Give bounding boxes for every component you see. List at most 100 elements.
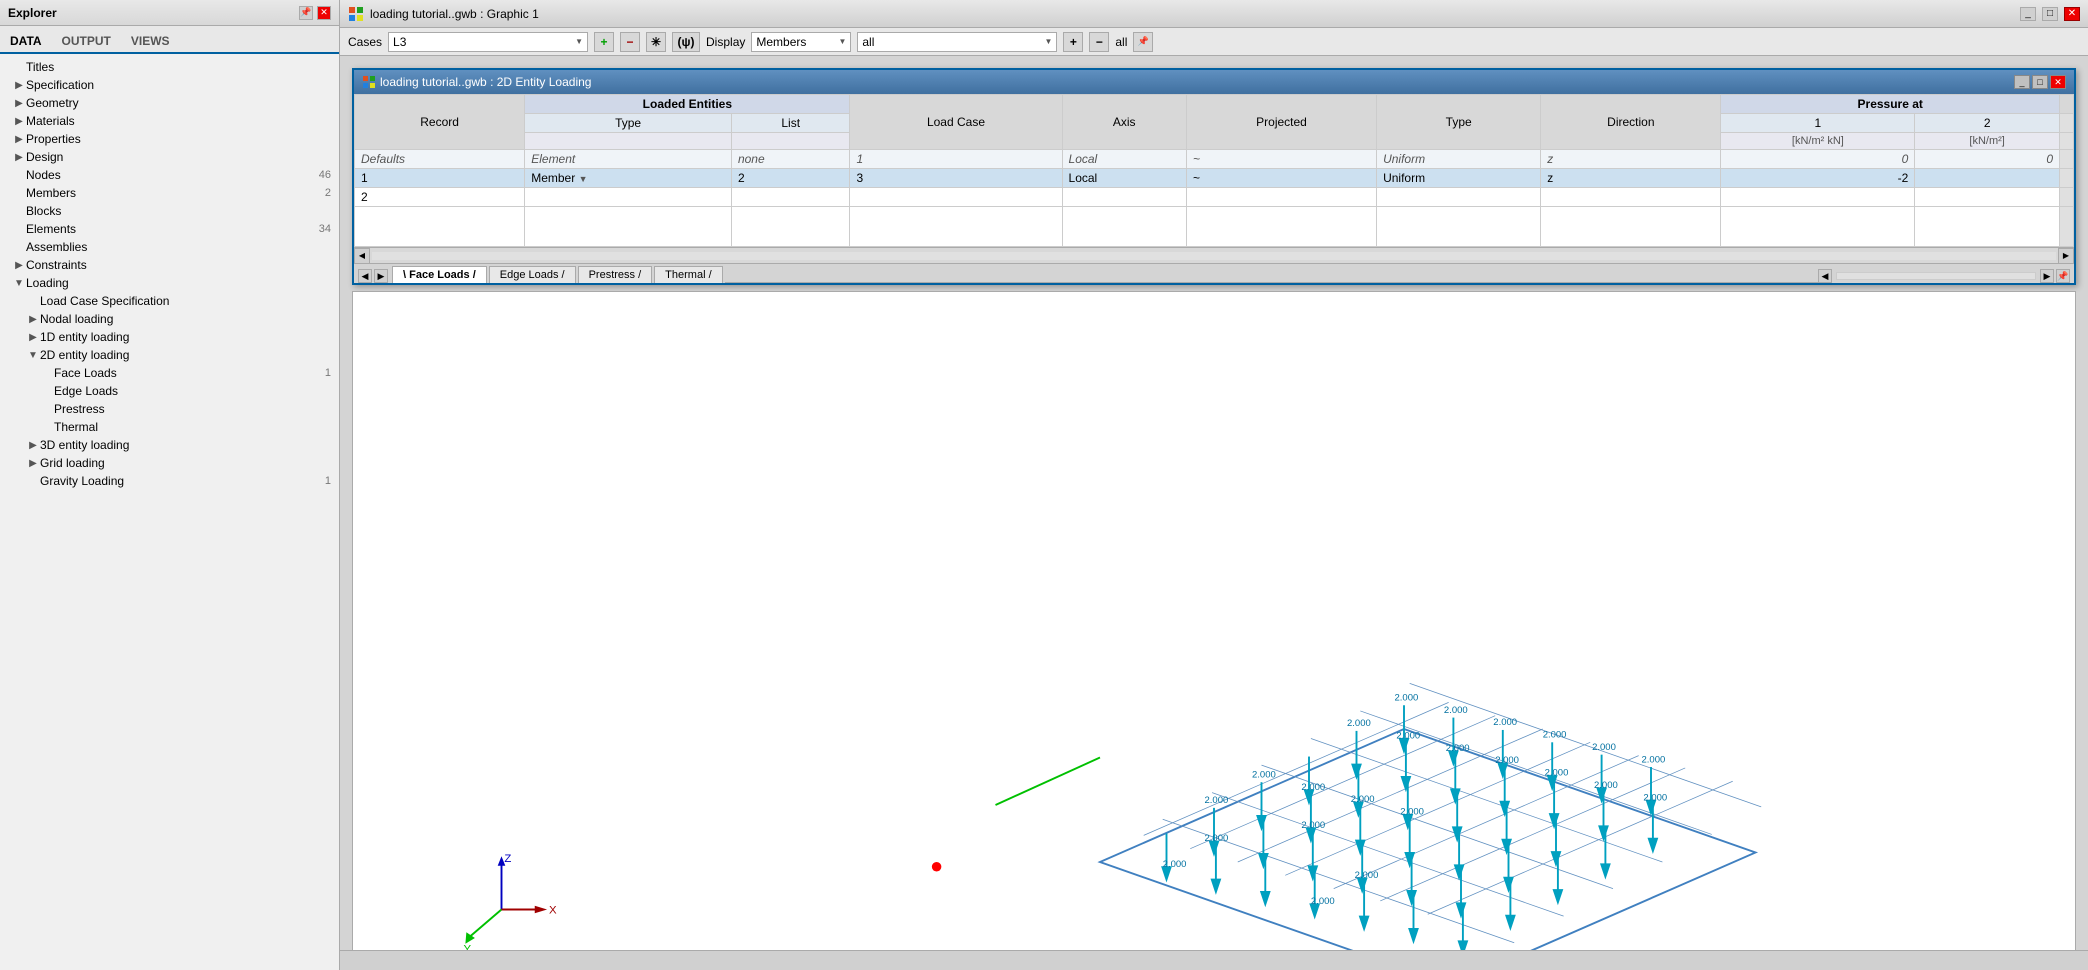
tab-output[interactable]: OUTPUT bbox=[60, 30, 113, 54]
tab-face-loads[interactable]: \ Face Loads / bbox=[392, 266, 487, 283]
pin-icon[interactable]: 📌 bbox=[299, 6, 313, 20]
toolbar-add2[interactable]: + bbox=[1063, 32, 1083, 52]
all-value: all bbox=[862, 35, 874, 49]
hscroll-right[interactable]: ▶ bbox=[2040, 269, 2054, 283]
pin-button[interactable]: 📌 bbox=[1133, 32, 1153, 52]
remove-button[interactable]: − bbox=[620, 32, 640, 52]
arrow-placeholder bbox=[26, 476, 40, 487]
table-container[interactable]: Record Loaded Entities Load Case Axis Pr… bbox=[354, 94, 2074, 247]
svg-text:2.000: 2.000 bbox=[1592, 742, 1616, 753]
scroll-right[interactable]: ▶ bbox=[2058, 248, 2074, 264]
entity-tabs-row: ◀ ▶ \ Face Loads / Edge Loads / Prestres… bbox=[354, 263, 2074, 283]
tree-item-thermal[interactable]: Thermal bbox=[0, 418, 339, 436]
window-titlebar: loading tutorial..gwb : Graphic 1 _ □ ✕ bbox=[340, 0, 2088, 28]
faceloads-count: 1 bbox=[325, 367, 331, 379]
tree-item-constraints[interactable]: ▶ Constraints bbox=[0, 256, 339, 274]
cell-loadcase bbox=[850, 188, 1062, 207]
tree-item-members[interactable]: Members 2 bbox=[0, 184, 339, 202]
expand-arrow: ▶ bbox=[12, 260, 26, 271]
hscroll-pin[interactable]: 📌 bbox=[2056, 269, 2070, 283]
toolbar-row: Cases L3 ▼ + − ✳ (ψ) Display Members ▼ a… bbox=[340, 28, 2088, 56]
tree-item-titles[interactable]: Titles bbox=[0, 58, 339, 76]
display-arrow: ▼ bbox=[838, 37, 846, 46]
tree-label: Design bbox=[26, 150, 331, 164]
tree-item-grid[interactable]: ▶ Grid loading bbox=[0, 454, 339, 472]
tree-item-materials[interactable]: ▶ Materials bbox=[0, 112, 339, 130]
scrollbar-track[interactable] bbox=[372, 252, 2056, 260]
tree-item-properties[interactable]: ▶ Properties bbox=[0, 130, 339, 148]
collapse-arrow: ▼ bbox=[26, 350, 40, 361]
tab-prestress[interactable]: Prestress / bbox=[578, 266, 653, 283]
svg-text:2.000: 2.000 bbox=[1351, 794, 1375, 805]
col-loaded-entities: Loaded Entities bbox=[525, 95, 850, 114]
display-label: Display bbox=[706, 35, 745, 49]
tree-item-elements[interactable]: Elements 34 bbox=[0, 220, 339, 238]
hscroll-track[interactable] bbox=[1836, 272, 2036, 280]
tab-edge-loads[interactable]: Edge Loads / bbox=[489, 266, 576, 283]
tab-prev[interactable]: ◀ bbox=[358, 269, 372, 283]
entity-minimize[interactable]: _ bbox=[2014, 75, 2030, 89]
toolbar-minus2[interactable]: − bbox=[1089, 32, 1109, 52]
tree-item-3d[interactable]: ▶ 3D entity loading bbox=[0, 436, 339, 454]
tree-label: Edge Loads bbox=[54, 384, 331, 398]
member-line bbox=[996, 758, 1101, 806]
tree-item-edgeloads[interactable]: Edge Loads bbox=[0, 382, 339, 400]
scroll-left[interactable]: ◀ bbox=[354, 248, 370, 264]
entity-maximize[interactable]: □ bbox=[2032, 75, 2048, 89]
tab-next[interactable]: ▶ bbox=[374, 269, 388, 283]
tree-item-geometry[interactable]: ▶ Geometry bbox=[0, 94, 339, 112]
tree-item-nodes[interactable]: Nodes 46 bbox=[0, 166, 339, 184]
red-point bbox=[932, 862, 942, 872]
close-icon[interactable]: ✕ bbox=[2064, 7, 2080, 21]
tree-item-nodal[interactable]: ▶ Nodal loading bbox=[0, 310, 339, 328]
cell-projected: ~ bbox=[1186, 150, 1376, 169]
tree-item-blocks[interactable]: Blocks bbox=[0, 202, 339, 220]
tree-item-loadcase[interactable]: Load Case Specification bbox=[0, 292, 339, 310]
arrow-placeholder bbox=[12, 188, 26, 199]
tree-item-2d[interactable]: ▼ 2D entity loading bbox=[0, 346, 339, 364]
cell-axis: Local bbox=[1062, 150, 1186, 169]
tab-thermal[interactable]: Thermal / bbox=[654, 266, 722, 283]
tree-item-faceloads[interactable]: Face Loads 1 bbox=[0, 364, 339, 382]
add-button[interactable]: + bbox=[594, 32, 614, 52]
tree-item-assemblies[interactable]: Assemblies bbox=[0, 238, 339, 256]
svg-text:2.000: 2.000 bbox=[1444, 705, 1468, 716]
cell-list bbox=[731, 188, 850, 207]
cases-dropdown[interactable]: L3 ▼ bbox=[388, 32, 588, 52]
svg-text:2.000: 2.000 bbox=[1446, 743, 1470, 754]
tab-views[interactable]: VIEWS bbox=[129, 30, 172, 54]
explorer-tree: Titles ▶ Specification ▶ Geometry ▶ Mate… bbox=[0, 54, 339, 970]
col-projected: Projected bbox=[1186, 95, 1376, 150]
tree-label: Properties bbox=[26, 132, 331, 146]
all-dropdown[interactable]: all ▼ bbox=[857, 32, 1057, 52]
tree-item-design[interactable]: ▶ Design bbox=[0, 148, 339, 166]
refresh-button[interactable]: ✳ bbox=[646, 32, 666, 52]
tab-data[interactable]: DATA bbox=[8, 30, 44, 54]
tree-item-prestress[interactable]: Prestress bbox=[0, 400, 339, 418]
tree-item-loading[interactable]: ▼ Loading bbox=[0, 274, 339, 292]
app-icon bbox=[348, 6, 364, 22]
close-icon[interactable]: ✕ bbox=[317, 6, 331, 20]
svg-text:2.000: 2.000 bbox=[1594, 780, 1618, 791]
entity-close[interactable]: ✕ bbox=[2050, 75, 2066, 89]
minimize-icon[interactable]: _ bbox=[2020, 7, 2036, 21]
display-dropdown[interactable]: Members ▼ bbox=[751, 32, 851, 52]
tree-label: 1D entity loading bbox=[40, 330, 331, 344]
table-row-defaults[interactable]: Defaults Element none 1 Local ~ Uniform … bbox=[355, 150, 2074, 169]
maximize-icon[interactable]: □ bbox=[2042, 7, 2058, 21]
plate-group: 2.000 2.000 2.000 2.000 2.000 2.000 2.00… bbox=[1100, 683, 1761, 957]
tree-item-specification[interactable]: ▶ Specification bbox=[0, 76, 339, 94]
tree-item-gravity[interactable]: Gravity Loading 1 bbox=[0, 472, 339, 490]
tree-item-1d[interactable]: ▶ 1D entity loading bbox=[0, 328, 339, 346]
table-row-1[interactable]: 1 Member ▼ 2 3 Local ~ Uniform z -2 bbox=[355, 169, 2074, 188]
tree-label: Thermal bbox=[54, 420, 331, 434]
pattern-button[interactable]: (ψ) bbox=[672, 32, 700, 52]
svg-text:2.000: 2.000 bbox=[1543, 730, 1567, 741]
svg-text:2.000: 2.000 bbox=[1643, 792, 1667, 803]
table-row-2[interactable]: 2 bbox=[355, 188, 2074, 207]
member-count: 2 bbox=[325, 187, 331, 199]
tree-label: 3D entity loading bbox=[40, 438, 331, 452]
hscroll-left[interactable]: ◀ bbox=[1818, 269, 1832, 283]
table-row-empty bbox=[355, 207, 2074, 247]
cell-record: 2 bbox=[355, 188, 525, 207]
